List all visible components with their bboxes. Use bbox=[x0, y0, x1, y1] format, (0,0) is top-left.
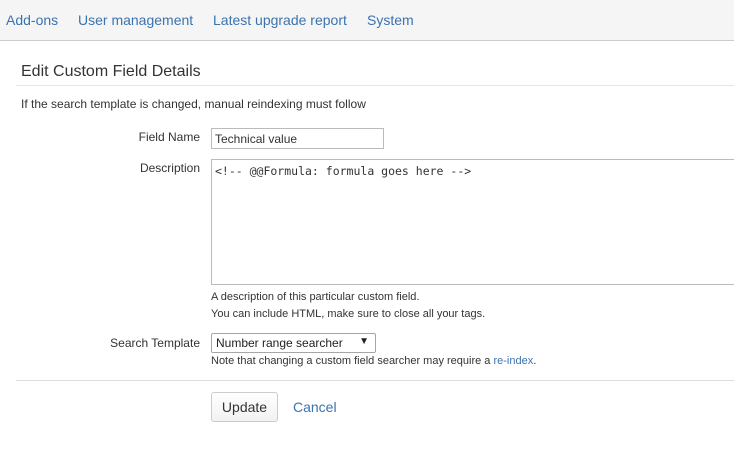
description-textarea[interactable]: <!-- @@Formula: formula goes here --> bbox=[211, 159, 734, 285]
search-template-note: Note that changing a custom field search… bbox=[211, 355, 536, 367]
update-button[interactable]: Update bbox=[211, 392, 278, 422]
nav-latest-upgrade-report[interactable]: Latest upgrade report bbox=[213, 12, 347, 28]
search-template-note-period: . bbox=[533, 355, 537, 367]
search-template-note-text: Note that changing a custom field search… bbox=[211, 355, 494, 367]
form-footer-divider bbox=[16, 380, 734, 381]
nav-add-ons[interactable]: Add-ons bbox=[6, 12, 58, 28]
field-name-label: Field Name bbox=[138, 130, 200, 144]
page-title: Edit Custom Field Details bbox=[21, 63, 201, 80]
reindex-link[interactable]: re-index bbox=[493, 355, 533, 367]
description-help-line-1: A description of this particular custom … bbox=[211, 291, 420, 303]
cancel-link[interactable]: Cancel bbox=[293, 399, 337, 415]
search-template-label: Search Template bbox=[110, 336, 200, 350]
reindex-info-message: If the search template is changed, manua… bbox=[21, 97, 366, 111]
search-template-select[interactable]: Number range searcher ▼ bbox=[211, 333, 376, 353]
description-label: Description bbox=[139, 161, 200, 175]
description-help-line-2: You can include HTML, make sure to close… bbox=[211, 308, 486, 320]
search-template-selected-value: Number range searcher bbox=[216, 336, 343, 350]
nav-system[interactable]: System bbox=[367, 12, 414, 28]
admin-top-nav: Add-ons User management Latest upgrade r… bbox=[0, 0, 734, 41]
field-name-input[interactable] bbox=[211, 128, 384, 149]
nav-user-management[interactable]: User management bbox=[78, 12, 193, 28]
dropdown-arrow-icon: ▼ bbox=[359, 336, 369, 347]
title-divider bbox=[16, 85, 734, 86]
